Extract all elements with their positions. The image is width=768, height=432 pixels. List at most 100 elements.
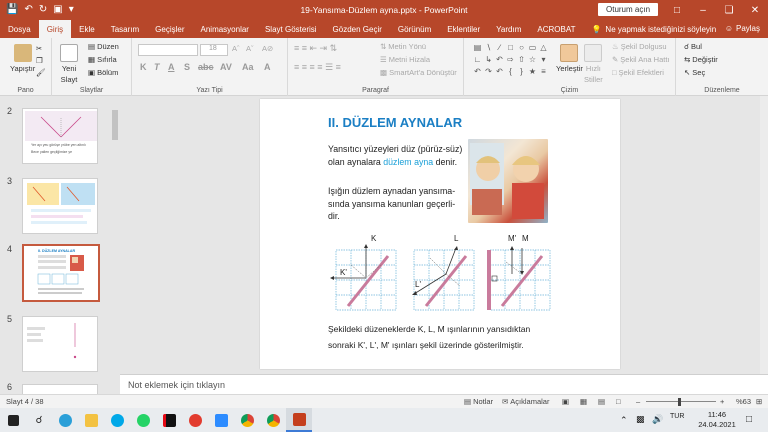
slideshow-icon[interactable]: ▣ [53, 5, 62, 15]
align-text-button[interactable]: ☰ Metni Hizala [380, 55, 430, 64]
tab-insert[interactable]: Ekle [71, 20, 103, 38]
slide-thumbnail-4[interactable]: II. DÜZLEM AYNALAR [22, 244, 100, 302]
skype-icon[interactable] [104, 408, 130, 432]
undo-icon[interactable]: ↶ [24, 5, 32, 15]
strikethrough-icon[interactable]: abc [198, 62, 214, 72]
shape-fill-button[interactable]: ♨ Şekil Dolgusu [612, 42, 667, 51]
font-name-combo[interactable] [138, 44, 198, 56]
tab-help[interactable]: Yardım [488, 20, 529, 38]
section-button[interactable]: ▣ Bölüm [88, 68, 118, 77]
netflix-icon[interactable] [156, 408, 182, 432]
fit-slide-icon[interactable]: ⊞ [756, 397, 762, 406]
quick-styles-button[interactable]: Hızlı Stiller [584, 44, 603, 84]
whatsapp-icon[interactable] [130, 408, 156, 432]
tab-animations[interactable]: Animasyonlar [193, 20, 257, 38]
tab-slideshow[interactable]: Slayt Gösterisi [257, 20, 325, 38]
chrome-icon[interactable] [234, 408, 260, 432]
tab-view[interactable]: Görünüm [390, 20, 439, 38]
font-size-combo[interactable]: 18 [200, 44, 228, 56]
tell-me-box[interactable]: 💡 Ne yapmak istediğinizi söyleyin [583, 25, 716, 34]
edge-icon[interactable] [52, 408, 78, 432]
shapes-gallery[interactable]: ▤ ∖ ∕ □ ○ ▭ △ ∟ ↳ ↶ ⇨ ⇧ ☆ ▾ ↶ ↷ ↶ {} ★ ≡ [472, 42, 550, 78]
minimize-icon[interactable]: – [690, 0, 716, 20]
ribbon-display-icon[interactable]: □ [664, 0, 690, 20]
slide-canvas[interactable]: II. DÜZLEM AYNALAR Yansıtıcı yüzeyleri d… [260, 99, 620, 369]
tab-design[interactable]: Tasarım [103, 20, 147, 38]
italic-icon[interactable]: T [154, 62, 160, 72]
shrink-font-icon[interactable]: Aˇ [246, 44, 254, 53]
underline-icon[interactable]: A [168, 62, 175, 72]
notification-icon[interactable]: □ [746, 414, 752, 425]
canvas-scrollbar[interactable] [760, 96, 768, 374]
slide-thumbnail-2[interactable]: Yer ayı yeu görüşe yrübe yen altınlı Bec… [22, 108, 98, 164]
sign-in-button[interactable]: Oturum açın [598, 3, 659, 16]
zoom-in-icon[interactable]: + [720, 397, 724, 406]
normal-view-icon[interactable]: ▣ [562, 397, 569, 406]
slide-thumbnail-3[interactable] [22, 178, 98, 234]
char-spacing-icon[interactable]: AV [220, 62, 232, 72]
cut-icon[interactable]: ✂ [36, 44, 42, 53]
reset-button[interactable]: ▦ Sıfırla [88, 55, 117, 64]
slideshow-view-icon[interactable]: □ [616, 397, 621, 406]
chrome-icon-2[interactable] [260, 408, 286, 432]
grow-font-icon[interactable]: Aˆ [232, 44, 240, 53]
volume-icon[interactable]: 🔊 [652, 414, 663, 425]
paste-button[interactable]: Yapıştır [10, 44, 35, 73]
notes-placeholder[interactable]: Not eklemek için tıklayın [120, 374, 768, 394]
copy-icon[interactable]: ❐ [36, 56, 43, 65]
zoom-out-icon[interactable]: – [636, 397, 640, 406]
smartart-button[interactable]: ▩ SmartArt'a Dönüştür [380, 68, 457, 77]
slide-sorter-icon[interactable]: ▦ [580, 397, 587, 406]
maximize-icon[interactable]: ❏ [716, 0, 742, 20]
reading-view-icon[interactable]: ▤ [598, 397, 605, 406]
layout-button[interactable]: ▤ Düzen [88, 42, 119, 51]
file-explorer-icon[interactable] [78, 408, 104, 432]
new-slide-button[interactable]: Yeni Slayt [60, 44, 78, 84]
zoom-app-icon[interactable] [208, 408, 234, 432]
bold-icon[interactable]: K [140, 62, 147, 72]
arrange-button[interactable]: Yerleştir [556, 44, 583, 73]
text-direction-button[interactable]: ⇅ Metin Yönü [380, 42, 426, 51]
slide-thumbnail-6[interactable] [22, 384, 98, 394]
network-icon[interactable]: ▩ [636, 414, 645, 425]
mirror-diagram-2[interactable] [408, 244, 480, 314]
tab-acrobat[interactable]: ACROBAT [529, 20, 583, 38]
close-icon[interactable]: ✕ [742, 0, 768, 20]
mirror-diagram-3[interactable] [484, 244, 556, 314]
zoom-slider-thumb[interactable] [678, 398, 681, 406]
align-icons[interactable]: ≡ ≡ ≡ ≡ ☰ ≡ [294, 62, 341, 73]
windows-start-icon[interactable] [0, 408, 26, 432]
search-icon[interactable]: ☌ [26, 408, 52, 432]
replace-button[interactable]: ⇆ Değiştir [684, 55, 718, 64]
redo-icon[interactable]: ↻ [39, 5, 47, 15]
slide-thumbnail-5[interactable] [22, 316, 98, 372]
media-player-icon[interactable] [182, 408, 208, 432]
tab-addins[interactable]: Eklentiler [439, 20, 488, 38]
customize-qat-icon[interactable]: ▾ [69, 5, 74, 15]
share-button[interactable]: ☺ Paylaş [725, 24, 760, 33]
tab-transitions[interactable]: Geçişler [147, 20, 192, 38]
thumbnails-scrollbar[interactable] [110, 96, 120, 394]
slide-paragraph-1[interactable]: Yansıtıcı yüzeyleri düz (pürüz-süz) olan… [328, 143, 464, 168]
language-icon[interactable]: TUR [670, 413, 684, 420]
slide-caption-1[interactable]: Şekildeki düzeneklerde K, L, M ışınların… [328, 321, 618, 337]
shadow-icon[interactable]: S [184, 62, 190, 72]
mirror-photo[interactable] [468, 139, 548, 223]
shape-outline-button[interactable]: ✎ Şekil Ana Hattı [612, 55, 670, 64]
select-button[interactable]: ↖ Seç [684, 68, 705, 77]
powerpoint-taskbar-icon[interactable] [286, 408, 312, 432]
thumbnails-scroll-thumb[interactable] [112, 110, 118, 140]
tray-chevron-icon[interactable]: ⌃ [620, 415, 628, 426]
mirror-diagram-1[interactable] [330, 244, 402, 314]
bullets-icon[interactable]: ≡ ≡ ⇤ ⇥ ⇅ [294, 43, 337, 54]
tab-review[interactable]: Gözden Geçir [325, 20, 390, 38]
clear-format-icon[interactable]: A⊘ [262, 44, 273, 53]
tab-file[interactable]: Dosya [0, 20, 39, 38]
shape-effects-button[interactable]: □ Şekil Efektleri [612, 68, 664, 77]
slide-title[interactable]: II. DÜZLEM AYNALAR [328, 115, 462, 130]
comments-button[interactable]: ✉ Açıklamalar [502, 397, 549, 406]
font-color-icon[interactable]: A [264, 62, 271, 72]
slide-paragraph-2[interactable]: Işığın düzlem aynadan yansıma-sında yans… [328, 185, 464, 223]
format-painter-icon[interactable]: 🖌 [36, 68, 46, 77]
clock[interactable]: 11:46 24.04.2021 [696, 410, 738, 430]
